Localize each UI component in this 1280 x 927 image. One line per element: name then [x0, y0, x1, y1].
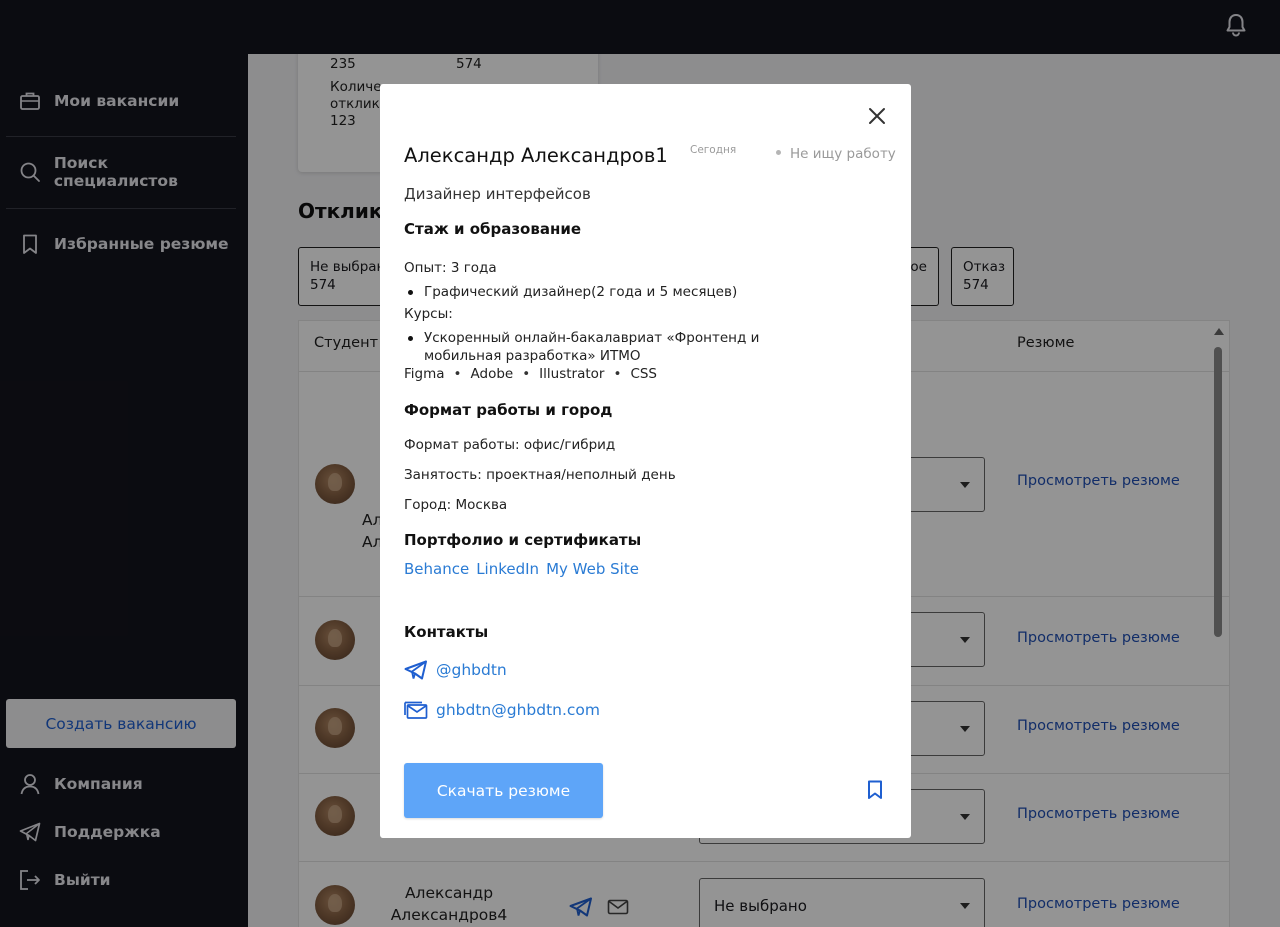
experience-years: Опыт: 3 года [404, 260, 497, 276]
experience-heading: Стаж и образование [404, 220, 582, 238]
email-address: ghbdtn@ghbdtn.com [436, 701, 601, 719]
skills-list: Figma • Adobe • Illustrator • CSS [404, 366, 657, 382]
status-text: Не ищу работу [790, 146, 896, 162]
status-dot-icon [776, 149, 781, 155]
telegram-contact[interactable]: @ghbdtn [404, 658, 507, 682]
linkedin-link[interactable]: LinkedIn [476, 560, 539, 578]
telegram-handle: @ghbdtn [436, 661, 507, 679]
separator-dot: • [522, 366, 531, 382]
course-item: Ускоренный онлайн-бакалавриат «Фронтенд … [404, 329, 824, 365]
contacts-heading: Контакты [404, 623, 489, 641]
resume-modal: Александр Александров1 Сегодня Не ищу ра… [380, 84, 911, 838]
bookmark-icon[interactable] [866, 780, 884, 800]
portfolio-heading: Портфолио и сертификаты [404, 531, 642, 549]
email-contact[interactable]: ghbdtn@ghbdtn.com [404, 698, 600, 722]
skill-tag: Figma [404, 366, 445, 382]
job-search-status: Не ищу работу [776, 146, 896, 162]
website-link[interactable]: My Web Site [546, 560, 639, 578]
close-icon[interactable] [867, 106, 887, 126]
format-heading: Формат работы и город [404, 401, 613, 419]
telegram-icon [404, 658, 428, 682]
response-date: Сегодня [690, 144, 737, 156]
skill-tag: Adobe [470, 366, 514, 382]
separator-dot: • [613, 366, 622, 382]
download-resume-button[interactable]: Скачать резюме [404, 763, 603, 818]
separator-dot: • [453, 366, 462, 382]
candidate-name: Александр Александров1 [404, 144, 668, 167]
experience-item: Графический дизайнер(2 года и 5 месяцев) [404, 283, 874, 301]
employment-type: Занятость: проектная/неполный день [404, 467, 676, 483]
portfolio-links: Behance LinkedIn My Web Site [404, 560, 639, 578]
city: Город: Москва [404, 497, 508, 513]
candidate-role: Дизайнер интерфейсов [404, 185, 591, 203]
skill-tag: Illustrator [539, 366, 605, 382]
courses-label: Курсы: [404, 306, 453, 322]
skill-tag: CSS [630, 366, 658, 382]
behance-link[interactable]: Behance [404, 560, 469, 578]
mail-icon [404, 698, 428, 722]
work-format: Формат работы: офис/гибрид [404, 437, 616, 453]
